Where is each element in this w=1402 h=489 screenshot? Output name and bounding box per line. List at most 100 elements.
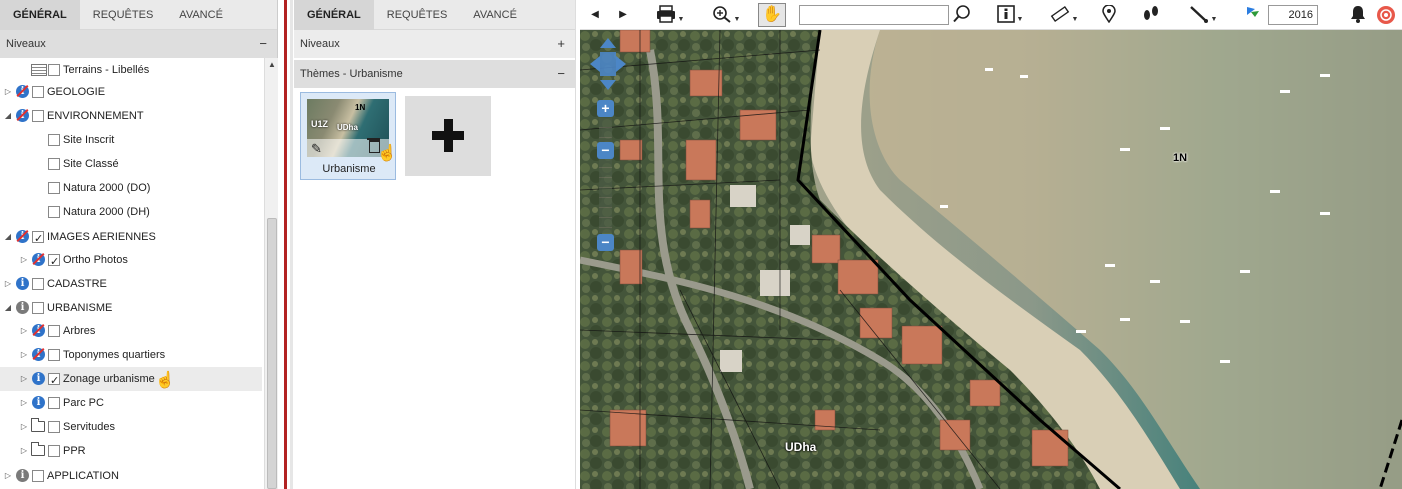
layer-group[interactable]: ▷ i CADASTRE [0,272,262,296]
layer-group[interactable]: ◢ i URBANISME [0,296,262,320]
zoom-button[interactable]: ▼ [708,5,744,25]
collapse-arrow-icon[interactable]: ◢ [3,225,13,249]
zoom-in-button[interactable]: + [597,100,614,117]
layer-item[interactable]: Natura 2000 (DH) [0,200,262,224]
no-info-icon[interactable]: i [32,253,45,266]
niveaux-section-header[interactable]: Niveaux − [0,30,277,58]
layer-checkbox[interactable] [48,158,60,170]
layer-group[interactable]: ▷ i APPLICATION [0,464,262,488]
info-grey-icon[interactable]: i [16,301,29,314]
layer-item[interactable]: ▷ i Toponymes quartiers [0,343,262,367]
no-info-icon[interactable]: i [32,348,45,361]
no-info-icon[interactable]: i [32,324,45,337]
layer-checkbox[interactable] [48,206,60,218]
no-info-icon[interactable]: i [16,230,29,243]
info-icon[interactable]: i [32,396,45,409]
layer-item[interactable]: ▷ i Arbres [0,319,262,343]
no-info-icon[interactable]: i [16,85,29,98]
layer-group[interactable]: ◢ i ENVIRONNEMENT [0,104,262,128]
bell-icon[interactable] [1348,5,1368,25]
pan-control[interactable] [590,38,626,90]
expand-arrow-icon[interactable]: ▷ [3,464,13,488]
expand-arrow-icon[interactable]: ▷ [3,80,13,104]
measure-button[interactable]: ▼ [1046,5,1082,25]
add-theme-button[interactable] [405,96,491,176]
layer-checkbox[interactable] [48,134,60,146]
tab-requetes[interactable]: REQUÊTES [80,0,167,30]
layer-checkbox[interactable] [48,369,60,393]
panel-splitter[interactable] [284,0,287,489]
map-canvas[interactable]: 1N UDha + − − [580,30,1402,489]
layer-checkbox[interactable] [48,325,60,337]
info-icon[interactable]: i [16,277,29,290]
layer-item[interactable]: ▷ Servitudes [0,415,262,439]
layer-checkbox[interactable] [48,421,60,433]
themes-section-header[interactable]: Thèmes - Urbanisme − [294,60,575,88]
tree-scrollbar[interactable]: ▲ [264,58,278,489]
scroll-thumb[interactable] [267,218,277,489]
user-status-icon[interactable] [1376,5,1396,25]
layer-checkbox[interactable] [32,470,44,482]
niveaux-section-header[interactable]: Niveaux + [294,30,575,58]
tab-requetes[interactable]: REQUÊTES [374,0,461,30]
layer-checkbox[interactable] [48,445,60,457]
scroll-up-icon[interactable]: ▲ [265,60,279,69]
expand-arrow-icon[interactable]: ▷ [19,343,29,367]
layer-checkbox[interactable] [32,278,44,290]
layer-checkbox[interactable] [48,64,60,76]
layer-checkbox[interactable] [48,182,60,194]
edit-pencil-icon[interactable]: ✎ [311,141,322,157]
expand-arrow-icon[interactable]: ▷ [3,272,13,296]
layer-item[interactable]: ▷ i Parc PC [0,391,262,415]
layer-checkbox[interactable] [32,302,44,314]
layer-checkbox[interactable] [32,110,44,122]
layer-item[interactable]: Site Classé [0,152,262,176]
collapse-arrow-icon[interactable]: ◢ [3,104,13,128]
info-grey-icon[interactable]: i [16,469,29,482]
expand-arrow-icon[interactable]: ▷ [19,319,29,343]
layer-item[interactable]: ▷ i Ortho Photos [0,248,262,274]
tab-avance[interactable]: AVANCÉ [460,0,530,30]
collapse-icon[interactable]: − [557,60,565,88]
map-search-input[interactable] [799,5,949,25]
back-arrow-icon[interactable]: ◀ [588,5,602,25]
layer-checkbox[interactable] [32,86,44,98]
expand-icon[interactable]: + [557,30,565,58]
expand-arrow-icon[interactable]: ▷ [19,248,29,272]
expand-arrow-icon[interactable]: ▷ [19,367,29,391]
zoom-out-button[interactable]: − [597,234,614,251]
layer-item[interactable]: Site Inscrit [0,128,262,152]
collapse-arrow-icon[interactable]: ◢ [3,296,13,320]
location-pin-button[interactable] [1100,4,1118,25]
search-button[interactable] [952,5,972,25]
zoom-slider[interactable] [599,118,612,233]
no-info-icon[interactable]: i [16,109,29,122]
collapse-icon[interactable]: − [259,30,267,58]
print-button[interactable]: ▼ [652,5,688,25]
info-icon[interactable]: i [32,372,45,385]
layer-checkbox[interactable] [32,227,44,251]
tab-general[interactable]: GÉNÉRAL [294,0,374,30]
expand-arrow-icon[interactable]: ▷ [19,415,29,439]
layer-item[interactable]: ▷ PPR [0,439,262,463]
footprints-button[interactable] [1140,5,1162,25]
layer-checkbox[interactable] [48,349,60,361]
identify-button[interactable]: ▼ [993,5,1027,25]
expand-arrow-icon[interactable]: ▷ [19,391,29,415]
expand-arrow-icon[interactable]: ▷ [19,439,29,463]
layer-item[interactable]: Natura 2000 (DO) [0,176,262,200]
layer-group[interactable]: ▷ i GEOLOGIE [0,80,262,104]
theme-card-urbanisme[interactable]: 1N U1Z UDha ✎ ☝ Urbanisme [300,92,397,180]
tab-avance[interactable]: AVANCÉ [166,0,236,30]
forward-arrow-icon[interactable]: ▶ [616,5,630,25]
pan-hand-button[interactable]: ✋ [758,3,786,27]
year-input[interactable]: 2016 [1268,5,1318,25]
layer-checkbox[interactable] [48,397,60,409]
layer-item[interactable]: Terrains - Libellés [0,58,262,82]
layer-group[interactable]: ◢ i IMAGES AERIENNES [0,225,262,251]
zoom-slider-handle[interactable]: − [597,142,614,159]
tab-general[interactable]: GÉNÉRAL [0,0,80,30]
layer-item-selected[interactable]: ▷ i Zonage urbanisme ☝ [0,367,262,393]
layer-checkbox[interactable] [48,250,60,274]
draw-button[interactable]: ▼ [1186,5,1220,25]
